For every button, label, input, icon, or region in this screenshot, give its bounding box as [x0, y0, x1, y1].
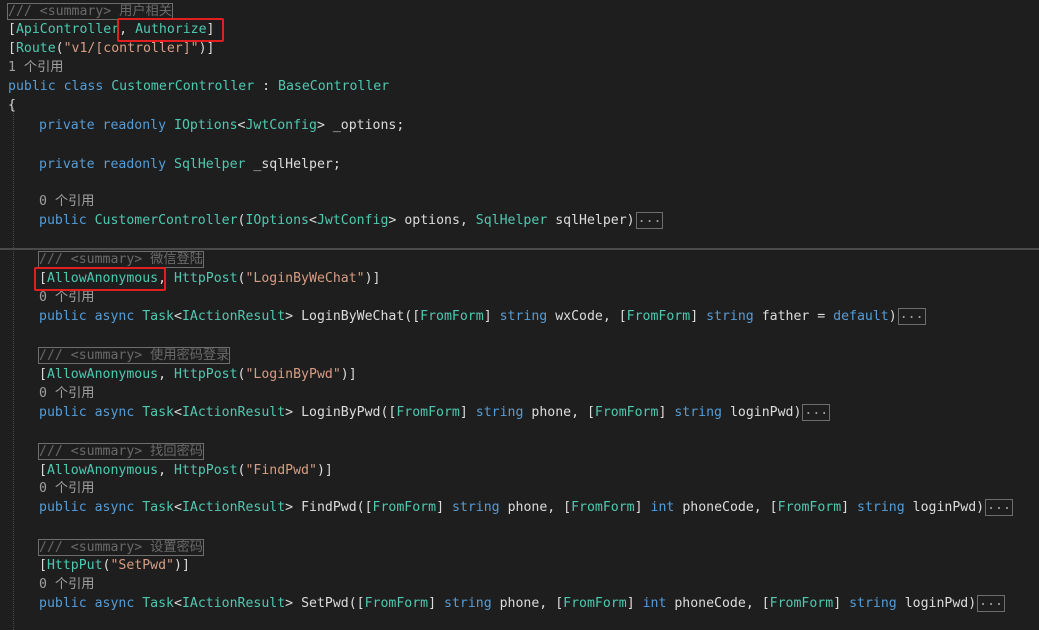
collapsed-region-button[interactable]: ... [985, 498, 1013, 516]
summary-comment-loginpwd: /// <summary> 使用密码登录 [37, 347, 231, 364]
constructor-declaration: public CustomerController(IOptions<JwtCo… [39, 210, 664, 229]
codelens-references[interactable]: 0 个引用 [39, 575, 94, 594]
method-setpwd: public async Task<IActionResult> SetPwd(… [39, 593, 1005, 612]
route-path: "v1/[controller]" [63, 41, 199, 56]
open-brace: { [8, 98, 16, 113]
indent-guide [13, 108, 14, 630]
authorize-highlight-box [117, 18, 224, 42]
base-class-name: BaseController [278, 79, 390, 94]
collapsed-region-button[interactable]: ... [635, 211, 664, 229]
method-attributes-findpwd: [AllowAnonymous, HttpPost("FindPwd")] [39, 463, 333, 478]
codelens-references[interactable]: 0 个引用 [39, 384, 94, 403]
method-findpwd: public async Task<IActionResult> FindPwd… [39, 497, 1013, 516]
apicontroller-attr: ApiController [15, 22, 120, 37]
collapsed-region-button[interactable]: ... [802, 403, 831, 421]
codelens-references[interactable]: 0 个引用 [39, 479, 94, 498]
summary-comment-findpwd: /// <summary> 找回密码 [38, 443, 204, 460]
method-loginbypwd: public async Task<IActionResult> LoginBy… [39, 402, 831, 421]
method-attributes-setpwd: [HttpPut("SetPwd")] [39, 558, 190, 573]
field-options: private readonly IOptions<JwtConfig> _op… [39, 118, 405, 133]
codelens-references[interactable]: 0 个引用 [39, 192, 94, 211]
method-loginbywechat: public async Task<IActionResult> LoginBy… [39, 306, 926, 325]
collapsed-region-button[interactable]: ... [977, 594, 1005, 612]
codelens-references[interactable]: 1 个引用 [8, 58, 63, 77]
class-name: CustomerController [111, 79, 255, 94]
route-attr: Route [15, 41, 56, 56]
class-keyword: public class [8, 79, 104, 94]
method-attributes-loginpwd: [AllowAnonymous, HttpPost("LoginByPwd")] [39, 367, 357, 382]
summary-comment-setpwd: /// <summary> 设置密码 [38, 539, 204, 556]
field-sqlhelper: private readonly SqlHelper _sqlHelper; [39, 157, 341, 172]
summary-text: /// <summary> 用户相关 [7, 3, 173, 20]
allowanonymous-highlight-box [34, 267, 166, 291]
code-editor[interactable]: /// <summary> 用户相关 [ApiController, Autho… [0, 0, 1039, 630]
class-declaration: public class CustomerController : BaseCo… [8, 79, 390, 94]
collapsed-region-button[interactable]: ... [897, 307, 926, 325]
